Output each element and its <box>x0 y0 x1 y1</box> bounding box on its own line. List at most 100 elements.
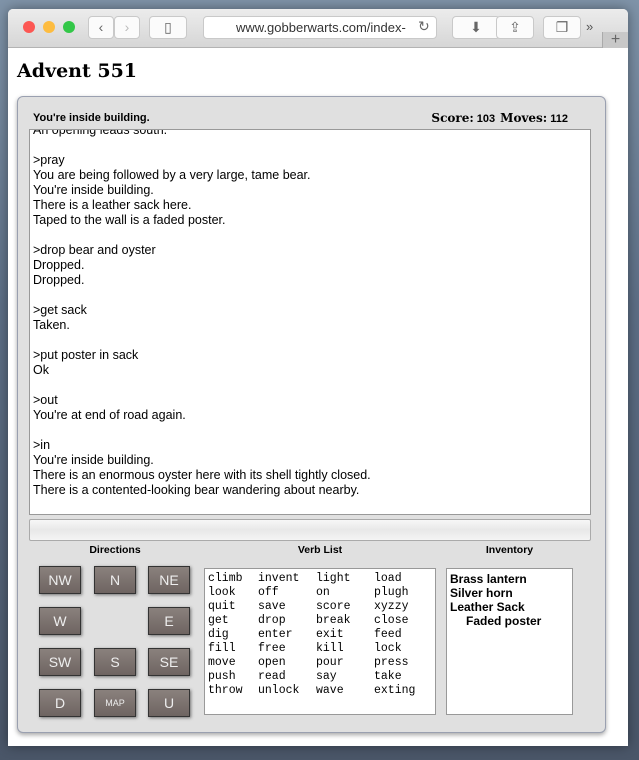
page-title: Advent 551 <box>17 60 138 82</box>
direction-button-d[interactable]: D <box>39 689 81 717</box>
transcript-line: >pray <box>33 153 65 167</box>
direction-button-se[interactable]: SE <box>148 648 190 676</box>
verb-look[interactable]: look <box>208 586 258 600</box>
verb-open[interactable]: open <box>258 656 316 670</box>
verb-free[interactable]: free <box>258 642 316 656</box>
direction-button-ne[interactable]: NE <box>148 566 190 594</box>
downloads-button[interactable]: ⬇ <box>452 16 500 39</box>
verb-lock[interactable]: lock <box>374 642 434 656</box>
direction-button-u[interactable]: U <box>148 689 190 717</box>
transcript-line: You're inside building. <box>33 453 154 467</box>
direction-button-e[interactable]: E <box>148 607 190 635</box>
verb-list-label: Verb List <box>297 544 343 556</box>
more-icon[interactable]: » <box>586 19 593 34</box>
share-button[interactable]: ⇪ <box>496 16 534 39</box>
transcript-line: Taped to the wall is a faded poster. <box>33 213 226 227</box>
verb-exit[interactable]: exit <box>316 628 374 642</box>
verb-say[interactable]: say <box>316 670 374 684</box>
score-value: 103 <box>476 113 496 125</box>
transcript-line: You're inside building. <box>33 183 154 197</box>
verb-plugh[interactable]: plugh <box>374 586 434 600</box>
game-panel: You're inside building. Score: 103 Moves: 1… <box>17 96 606 733</box>
tabs-button[interactable]: ❐ <box>543 16 581 39</box>
transcript-line: >out <box>33 393 58 407</box>
score-status: Score: 103 Moves: 112 <box>431 111 573 125</box>
transcript-line: >in <box>33 438 51 452</box>
download-icon: ⬇ <box>470 19 482 35</box>
verb-climb[interactable]: climb <box>208 572 258 586</box>
verb-get[interactable]: get <box>208 614 258 628</box>
minimize-window-button[interactable] <box>43 21 55 33</box>
back-button[interactable]: ‹ <box>88 16 114 39</box>
transcript-line <box>33 423 587 438</box>
transcript-line: Dropped. <box>33 273 85 287</box>
verb-push[interactable]: push <box>208 670 258 684</box>
verb-exting[interactable]: exting <box>374 684 434 698</box>
transcript-line <box>33 228 587 243</box>
location-status: You're inside building. <box>33 112 150 124</box>
verb-off[interactable]: off <box>258 586 316 600</box>
direction-button-n[interactable]: N <box>94 566 136 594</box>
direction-button-nw[interactable]: NW <box>39 566 81 594</box>
transcript-line: You're at end of road again. <box>33 408 186 422</box>
verb-move[interactable]: move <box>208 656 258 670</box>
verb-light[interactable]: light <box>316 572 374 586</box>
forward-button[interactable]: › <box>114 16 140 39</box>
inventory-item[interactable]: Brass lantern <box>450 572 569 586</box>
tabs-icon: ❐ <box>555 19 569 35</box>
sidebar-button[interactable]: ▯ <box>149 16 187 39</box>
verb-quit[interactable]: quit <box>208 600 258 614</box>
score-label: Score: <box>431 111 474 125</box>
transcript[interactable]: An opening leads south. >pray You are bei… <box>29 129 591 515</box>
verb-load[interactable]: load <box>374 572 434 586</box>
transcript-line: There is an enormous oyster here with it… <box>33 468 371 482</box>
verb-feed[interactable]: feed <box>374 628 434 642</box>
inventory-item[interactable]: Leather Sack <box>450 600 569 614</box>
verb-close[interactable]: close <box>374 614 434 628</box>
verb-wave[interactable]: wave <box>316 684 374 698</box>
verb-drop[interactable]: drop <box>258 614 316 628</box>
transcript-line: >get sack <box>33 303 87 317</box>
moves-value: 112 <box>550 113 568 125</box>
verb-unlock[interactable]: unlock <box>258 684 316 698</box>
verb-throw[interactable]: throw <box>208 684 258 698</box>
transcript-line: Taken. <box>33 318 70 332</box>
inventory-label: Inventory <box>485 544 534 556</box>
verb-press[interactable]: press <box>374 656 434 670</box>
verb-score[interactable]: score <box>316 600 374 614</box>
direction-button-sw[interactable]: SW <box>39 648 81 676</box>
verb-read[interactable]: read <box>258 670 316 684</box>
verb-dig[interactable]: dig <box>208 628 258 642</box>
direction-button-s[interactable]: S <box>94 648 136 676</box>
verb-fill[interactable]: fill <box>208 642 258 656</box>
verb-save[interactable]: save <box>258 600 316 614</box>
chevron-right-icon: › <box>124 19 130 35</box>
verb-kill[interactable]: kill <box>316 642 374 656</box>
command-input[interactable] <box>29 519 591 541</box>
verb-take[interactable]: take <box>374 670 434 684</box>
plus-icon: + <box>610 31 621 48</box>
verb-pour[interactable]: pour <box>316 656 374 670</box>
directions-label: Directions <box>89 544 141 556</box>
direction-button-w[interactable]: W <box>39 607 81 635</box>
new-tab-button[interactable]: + <box>602 32 628 48</box>
transcript-line: An opening leads south. <box>33 129 168 137</box>
direction-button-map[interactable]: MAP <box>94 689 136 717</box>
transcript-line: There is a leather sack here. <box>33 198 192 212</box>
address-bar[interactable]: www.gobberwarts.com/index- <box>203 16 437 39</box>
verb-invent[interactable]: invent <box>258 572 316 586</box>
verb-on[interactable]: on <box>316 586 374 600</box>
reload-icon[interactable]: ↻ <box>418 18 430 35</box>
verb-list: climb invent light load look off on plugh quit sa… <box>204 568 436 715</box>
inventory-item[interactable]: Silver horn <box>450 586 569 600</box>
inventory-list: Brass lantern Silver horn Leather Sack Fade… <box>446 568 573 715</box>
close-window-button[interactable] <box>23 21 35 33</box>
inventory-item[interactable]: Faded poster <box>450 614 569 628</box>
zoom-window-button[interactable] <box>63 21 75 33</box>
verb-enter[interactable]: enter <box>258 628 316 642</box>
verb-break[interactable]: break <box>316 614 374 628</box>
transcript-line <box>33 138 587 153</box>
transcript-line: >drop bear and oyster <box>33 243 156 257</box>
verb-xyzzy[interactable]: xyzzy <box>374 600 434 614</box>
transcript-line <box>33 378 587 393</box>
